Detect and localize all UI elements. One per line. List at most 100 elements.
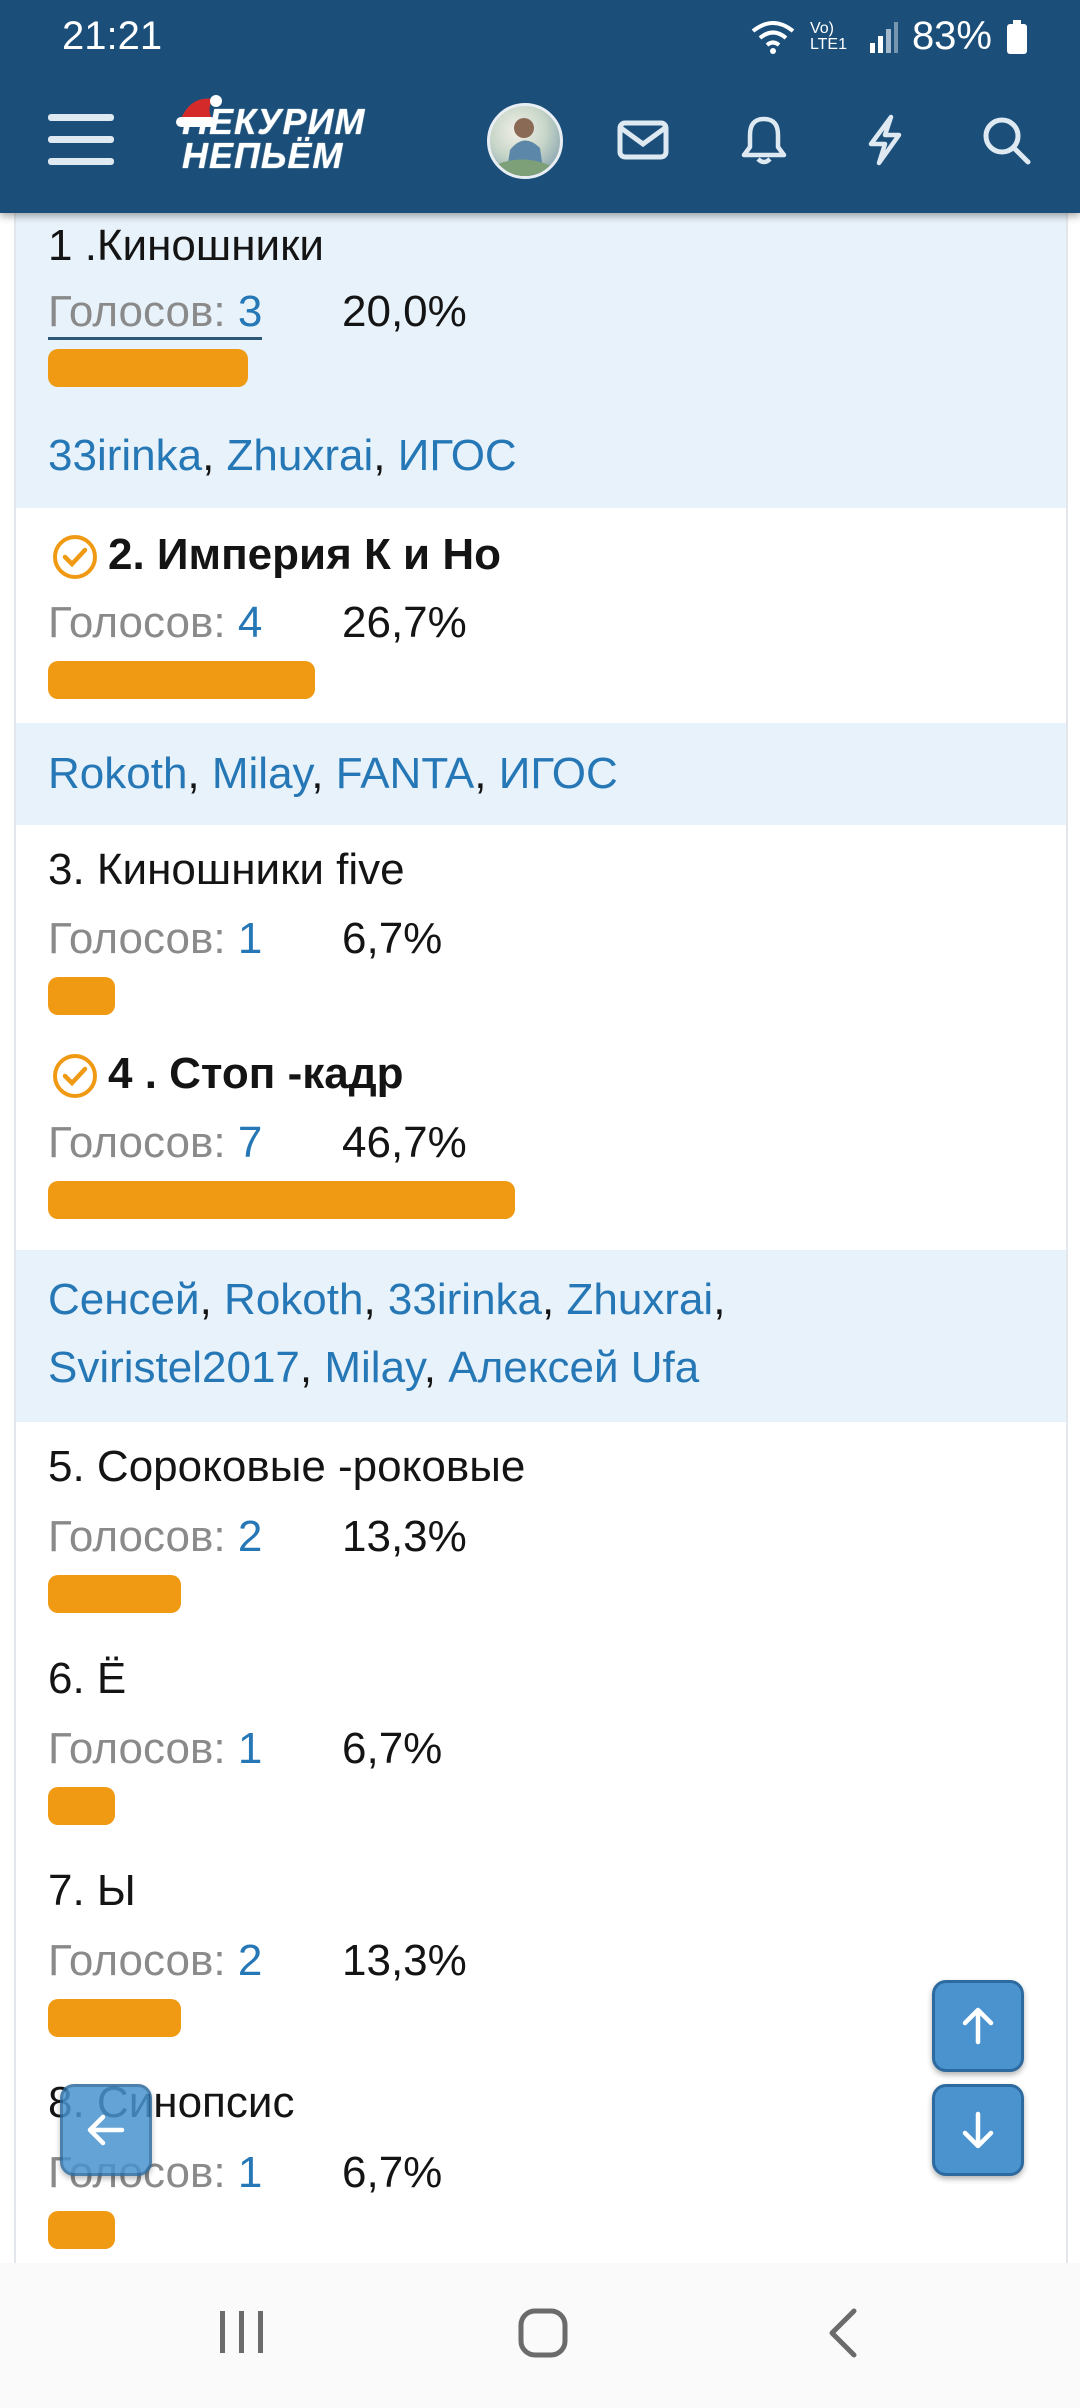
- home-icon: [518, 2308, 568, 2358]
- site-logo[interactable]: НЕКУРИМ НЕПЬЁМ: [176, 95, 442, 185]
- santa-hat-icon: [176, 95, 222, 127]
- voters-list: Сенсей, Rokoth, 33irinka, Zhuxrai, Sviris…: [48, 1275, 726, 1392]
- option-title: 7. Ы: [48, 1866, 136, 1915]
- option-title: 6. Ё: [48, 1654, 127, 1703]
- voters-list: 33irinka, Zhuxrai, ИГОС: [48, 431, 517, 480]
- votes-label: Голосов:: [48, 287, 238, 336]
- votes-count: 2: [237, 1512, 263, 1561]
- recent-apps-button[interactable]: [212, 2307, 272, 2362]
- votes-label: Голосов:: [48, 1936, 238, 1985]
- vote-percent: 6,7%: [342, 914, 443, 963]
- votes-link[interactable]: Голосов: 2: [48, 1512, 262, 1562]
- scroll-down-button[interactable]: [932, 2084, 1024, 2176]
- vote-percent: 6,7%: [342, 2148, 443, 2197]
- vote-bar: [48, 1575, 181, 1613]
- poll-option: 3. Киношники five Голосов: 1 6,7%: [16, 825, 1066, 1035]
- arrow-up-icon: [962, 2007, 994, 2045]
- votes-link[interactable]: Голосов: 1: [48, 1724, 262, 1774]
- vote-bar: [48, 349, 248, 387]
- voter-link[interactable]: 33irinka: [388, 1275, 542, 1324]
- voter-link[interactable]: FANTA: [336, 749, 475, 798]
- vote-bar: [48, 2211, 115, 2249]
- voters-row: Сенсей, Rokoth, 33irinka, Zhuxrai, Sviris…: [16, 1250, 1066, 1422]
- poll-results: 1 .Киношники Голосов: 3 20,0% 33irinka, …: [14, 213, 1068, 2263]
- battery-percent: 83%: [911, 14, 992, 58]
- system-back-button[interactable]: [824, 2307, 864, 2364]
- lightning-icon: [868, 114, 902, 166]
- votes-label: Голосов:: [48, 1512, 238, 1561]
- voter-link[interactable]: Rokoth: [48, 749, 187, 798]
- votes-link[interactable]: Голосов: 7: [48, 1118, 262, 1168]
- voted-check-icon: [53, 1054, 97, 1098]
- poll-option: 8. Синопсис Голосов: 1 6,7%: [16, 2058, 1066, 2263]
- voter-link[interactable]: Zhuxrai: [566, 1275, 713, 1324]
- voter-link[interactable]: 33irinka: [48, 431, 202, 480]
- status-time: 21:21: [62, 14, 163, 58]
- inbox-button[interactable]: [603, 95, 683, 185]
- voter-link[interactable]: ИГОС: [499, 749, 618, 798]
- battery-icon: [1007, 19, 1027, 54]
- vote-percent: 46,7%: [342, 1118, 467, 1167]
- vote-bar: [48, 661, 315, 699]
- vote-bar: [48, 977, 115, 1015]
- votes-label: Голосов:: [48, 914, 238, 963]
- option-title: 5. Сороковые -роковые: [48, 1442, 526, 1491]
- votes-count: 1: [237, 2148, 263, 2197]
- option-title: 3. Киношники five: [48, 845, 405, 894]
- voter-link[interactable]: Алексей Ufa: [448, 1343, 699, 1392]
- menu-button[interactable]: [40, 95, 122, 185]
- option-title: 4 . Стоп -кадр: [108, 1049, 404, 1098]
- votes-link[interactable]: Голосов: 2: [48, 1936, 262, 1986]
- option-title: 1 .Киношники: [48, 221, 324, 270]
- votes-label: Голосов:: [48, 1118, 238, 1167]
- network-label: Vo) LTE1: [809, 19, 847, 53]
- voters-row: Rokoth, Milay, FANTA, ИГОС: [16, 723, 1066, 825]
- logo-line2: НЕПЬЁМ: [182, 135, 344, 176]
- voter-link[interactable]: Milay: [212, 749, 311, 798]
- search-icon: [983, 117, 1031, 165]
- vote-percent: 26,7%: [342, 598, 467, 647]
- nav-bar: НЕКУРИМ НЕПЬЁМ: [0, 95, 1080, 185]
- app-header: 21:21 Vo) LTE1 83% НЕКУРИМ НЕПЬЁМ: [0, 0, 1080, 213]
- menu-icon: [48, 114, 114, 165]
- system-nav-bar: [0, 2263, 1080, 2408]
- option-title: 2. Империя К и Но: [108, 530, 501, 579]
- recent-apps-icon: [220, 2311, 263, 2353]
- poll-option: 2. Империя К и Но Голосов: 4 26,7%: [16, 508, 1066, 723]
- voted-check-icon: [53, 535, 97, 579]
- vote-bar: [48, 1787, 115, 1825]
- voter-link[interactable]: Сенсей: [48, 1275, 200, 1324]
- home-button[interactable]: [515, 2305, 571, 2366]
- votes-link[interactable]: Голосов: 1: [48, 914, 262, 964]
- scroll-up-button[interactable]: [932, 1980, 1024, 2072]
- votes-count: 2: [237, 1936, 263, 1985]
- votes-link[interactable]: Голосов: 3: [48, 287, 263, 340]
- avatar[interactable]: [487, 103, 563, 179]
- status-icons: Vo) LTE1 83%: [750, 14, 1028, 59]
- signal-icon: [869, 21, 898, 53]
- voter-link[interactable]: Sviristel2017: [48, 1343, 300, 1392]
- poll-option: 4 . Стоп -кадр Голосов: 7 46,7%: [16, 1035, 1066, 1250]
- vote-percent: 6,7%: [342, 1724, 443, 1773]
- search-button[interactable]: [966, 95, 1046, 185]
- vote-bar: [48, 1999, 181, 2037]
- votes-count: 7: [237, 1118, 263, 1167]
- mail-icon: [617, 120, 669, 160]
- arrow-left-icon: [87, 2114, 125, 2146]
- voter-link[interactable]: Zhuxrai: [227, 431, 374, 480]
- votes-count: 4: [237, 598, 263, 647]
- alerts-button[interactable]: [724, 95, 804, 185]
- back-button[interactable]: [60, 2084, 152, 2176]
- wifi-icon: [751, 20, 795, 54]
- votes-label: Голосов:: [48, 1724, 238, 1773]
- whats-new-button[interactable]: [845, 95, 925, 185]
- votes-count: 1: [237, 914, 263, 963]
- voter-link[interactable]: Rokoth: [224, 1275, 363, 1324]
- voter-link[interactable]: Milay: [324, 1343, 423, 1392]
- avatar-image: [498, 118, 552, 176]
- arrow-down-icon: [962, 2111, 994, 2149]
- voter-link[interactable]: ИГОС: [398, 431, 517, 480]
- poll-option: 6. Ё Голосов: 1 6,7%: [16, 1634, 1066, 1846]
- votes-link[interactable]: Голосов: 4: [48, 598, 262, 648]
- vote-bar: [48, 1181, 515, 1219]
